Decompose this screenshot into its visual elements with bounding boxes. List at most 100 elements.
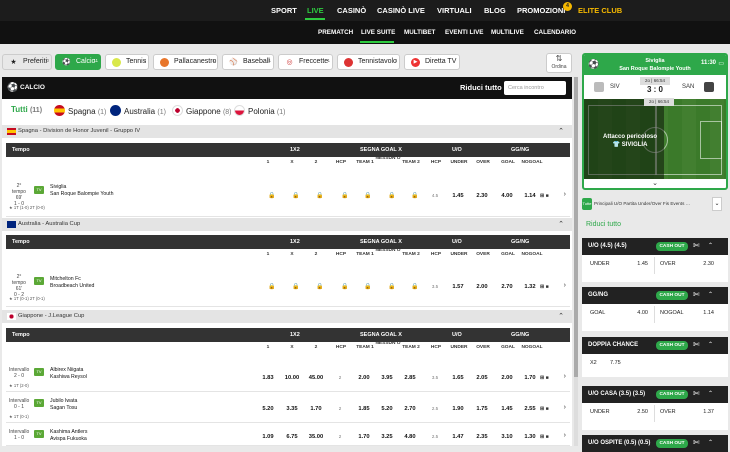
tab-pallacanestro[interactable]: Pallacanestro 1: [153, 54, 218, 70]
odd-team1[interactable]: 1.70: [353, 434, 375, 440]
odd-team1[interactable]: 2.00: [353, 375, 375, 381]
pin-icon[interactable]: ✄: [693, 241, 700, 250]
odd-nogoal[interactable]: 1.70: [519, 375, 541, 381]
competition-header[interactable]: Spagna - Division de Honor Juvenil - Gru…: [2, 125, 572, 138]
search-input[interactable]: Cerca incontro: [504, 81, 566, 95]
match-row[interactable]: Intervallo 1 - 0 TV Kashima Antlers Avispa…: [6, 424, 570, 446]
odd-nogoal[interactable]: 1.30: [519, 434, 541, 440]
odd-team2[interactable]: 4.80: [399, 434, 421, 440]
hcp-value[interactable]: 3.5: [424, 375, 446, 380]
hcp-value[interactable]: 2.5: [424, 406, 446, 411]
odd-under[interactable]: 1.45: [447, 193, 469, 199]
odd-over[interactable]: 2.35: [471, 434, 493, 440]
odd-nessuno[interactable]: 3.95: [376, 375, 398, 381]
match-row[interactable]: Intervallo 2 - 0 TV Albirex Niigata Kashiw…: [6, 362, 570, 392]
cash-out-badge[interactable]: CASH OUT: [656, 242, 688, 251]
tab-tennis[interactable]: Tennis 0: [105, 54, 149, 70]
cash-out-badge[interactable]: CASH OUT: [656, 291, 688, 300]
odd-goal[interactable]: 4.00: [496, 193, 518, 199]
odd-under[interactable]: 1.65: [447, 375, 469, 381]
match-row[interactable]: 2° tempo 61' 0 - 2 TV Mitchelton Fc Broadbe…: [6, 269, 570, 307]
tab-preferiti[interactable]: ★ Preferiti 0: [2, 54, 52, 70]
riduci-tutto-link[interactable]: Riduci tutto: [586, 221, 621, 228]
odd-goal[interactable]: 2.00: [496, 375, 518, 381]
subnav-eventi-live[interactable]: EVENTI LIVE: [445, 29, 484, 36]
chevron-up-icon[interactable]: ⌃: [708, 390, 713, 397]
odd-over[interactable]: 2.30: [471, 193, 493, 199]
odd-nessuno[interactable]: 5.20: [376, 406, 398, 412]
cash-out-badge[interactable]: CASH OUT: [656, 341, 688, 350]
odd-2[interactable]: 45.00: [305, 375, 327, 381]
odd-nogoal[interactable]: 1.32: [519, 284, 541, 290]
odd-1[interactable]: 5.20: [257, 406, 279, 412]
chevron-right-icon[interactable]: ›: [564, 432, 566, 439]
pin-icon[interactable]: ✄: [693, 340, 700, 349]
subnav-live-suite[interactable]: LIVE SUITE: [361, 29, 395, 36]
odd-team2[interactable]: 2.85: [399, 375, 421, 381]
odd-over[interactable]: 1.75: [471, 406, 493, 412]
riduci-tutto-link[interactable]: Riduci tutto: [460, 83, 502, 92]
odd-team2[interactable]: 2.70: [399, 406, 421, 412]
chevron-down-icon[interactable]: ⌄: [584, 179, 726, 187]
odd-goal[interactable]: 1.45: [496, 406, 518, 412]
chevron-right-icon[interactable]: ›: [564, 282, 566, 289]
nav-sport[interactable]: SPORT: [271, 6, 297, 15]
competition-header[interactable]: Australia - Australia Cup ⌃: [2, 218, 572, 231]
odd-nessuno[interactable]: 3.25: [376, 434, 398, 440]
odd-1[interactable]: 1.83: [257, 375, 279, 381]
odd-x[interactable]: 3.35: [281, 406, 303, 412]
stats-icon[interactable]: ⊞ ■: [540, 375, 549, 381]
odd-x[interactable]: 6.75: [281, 434, 303, 440]
competition-header[interactable]: Giappone - J.League Cup ⌃: [2, 310, 572, 323]
nav-virtuali[interactable]: VIRTUALI: [437, 6, 472, 15]
match-row[interactable]: 2° tempo 69' 1 - 0 TV Sivigli­a San Roque B…: [6, 177, 570, 217]
nav-casino-live[interactable]: CASINÒ LIVE: [377, 6, 425, 15]
filter-tutti[interactable]: Tutti (11): [11, 105, 42, 114]
filter-polonia[interactable]: Polonia (1): [234, 105, 285, 116]
odd-x[interactable]: 10.00: [281, 375, 303, 381]
filter-spagna[interactable]: Spagna (1): [54, 105, 106, 116]
ordina-button[interactable]: ⇅ Ordina: [546, 53, 572, 73]
chevron-right-icon[interactable]: ›: [564, 191, 566, 198]
odd-under[interactable]: 1.90: [447, 406, 469, 412]
cash-out-badge[interactable]: CASH OUT: [656, 390, 688, 399]
nav-promozioni[interactable]: PROMOZIONI: [517, 6, 565, 15]
chevron-up-icon[interactable]: ⌃: [708, 341, 713, 348]
chevron-up-icon[interactable]: ⌃: [558, 310, 564, 323]
odd-nogoal[interactable]: 2.55: [519, 406, 541, 412]
nav-elite-club[interactable]: ELITE CLUB: [578, 6, 622, 15]
tab-diretta-tv[interactable]: ▶ Diretta TV: [404, 54, 460, 70]
tutte-icon[interactable]: Tutte: [582, 198, 592, 210]
chevron-up-icon[interactable]: ⌃: [558, 218, 564, 231]
hcp-value[interactable]: 2.5: [424, 434, 446, 439]
pin-icon[interactable]: ✄: [693, 290, 700, 299]
chevron-up-icon[interactable]: ⌃: [558, 125, 564, 138]
odd-under[interactable]: 1.47: [447, 434, 469, 440]
chevron-up-icon[interactable]: ⌃: [708, 242, 713, 249]
nav-casino[interactable]: CASINÒ: [337, 6, 366, 15]
tab-freccette[interactable]: ◎ Freccette 1: [278, 54, 333, 70]
pin-icon[interactable]: ✄: [693, 389, 700, 398]
chevron-right-icon[interactable]: ›: [564, 373, 566, 380]
odd-team1[interactable]: 1.85: [353, 406, 375, 412]
nav-blog[interactable]: BLOG: [484, 6, 506, 15]
stats-icon[interactable]: ⊞ ■: [540, 193, 549, 199]
chevron-up-icon[interactable]: ⌃: [708, 291, 713, 298]
odd-1[interactable]: 1.09: [257, 434, 279, 440]
chevron-up-icon[interactable]: ⌃: [708, 439, 713, 446]
subnav-multibet[interactable]: MULTIBET: [404, 29, 435, 36]
cash-out-badge[interactable]: CASH OUT: [656, 439, 688, 448]
chevron-right-icon[interactable]: ›: [564, 404, 566, 411]
tab-baseball[interactable]: ⚾ Baseball 1: [222, 54, 274, 70]
match-row[interactable]: Intervallo 0 - 1 TV Jubilo Iwata Sagan Tos…: [6, 393, 570, 423]
odd-over[interactable]: 2.00: [471, 284, 493, 290]
tab-calcio[interactable]: ⚽ Calcio 11: [55, 54, 101, 70]
scrollbar[interactable]: [574, 77, 578, 446]
subnav-calendario[interactable]: CALENDARIO: [534, 29, 576, 36]
subnav-prematch[interactable]: PREMATCH: [318, 29, 353, 36]
odd-goal[interactable]: 2.70: [496, 284, 518, 290]
nav-live[interactable]: LIVE: [307, 6, 324, 15]
stats-icon[interactable]: ⊞ ■: [540, 284, 549, 290]
stats-icon[interactable]: ⊞ ■: [540, 406, 549, 412]
odd-goal[interactable]: 3.10: [496, 434, 518, 440]
